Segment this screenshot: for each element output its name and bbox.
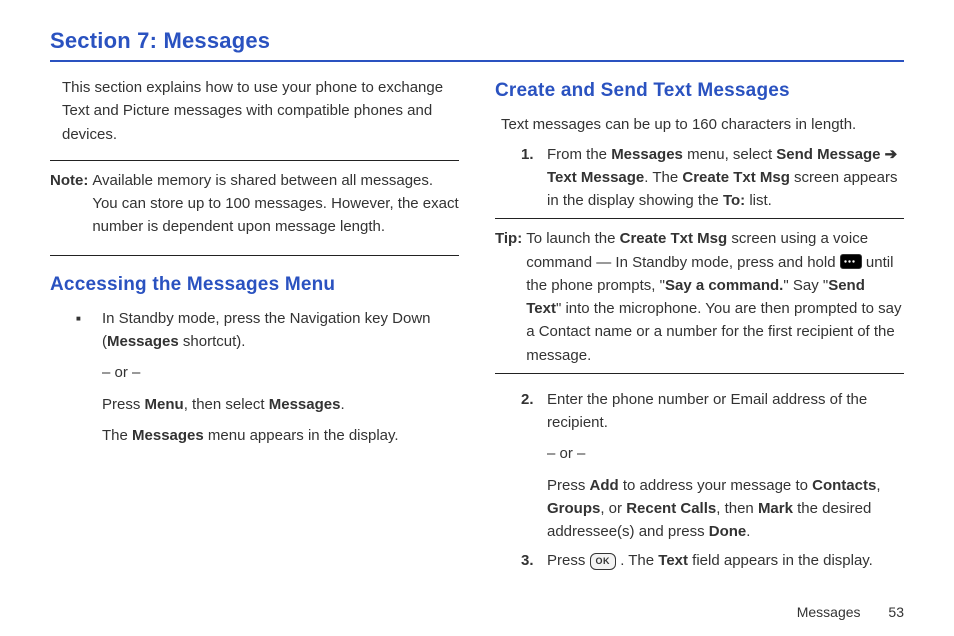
bold-text: Recent Calls: [626, 500, 716, 517]
voice-key-icon: [840, 254, 862, 269]
content-columns: This section explains how to use your ph…: [50, 76, 904, 579]
tip-block: Tip: To launch the Create Txt Msg screen…: [495, 227, 904, 367]
bullet-marker: ■: [76, 307, 102, 447]
bold-text: Text: [658, 552, 688, 569]
text: list.: [745, 192, 772, 209]
create-heading: Create and Send Text Messages: [495, 76, 904, 105]
bold-text: Messages: [611, 146, 683, 163]
step-number: 3.: [521, 549, 547, 572]
text: ,: [876, 477, 880, 494]
text: Press: [547, 552, 590, 569]
text: , or: [600, 500, 626, 517]
bullet-body: In Standby mode, press the Navigation ke…: [102, 307, 459, 447]
accessing-heading: Accessing the Messages Menu: [50, 270, 459, 299]
bold-text: Menu: [145, 396, 184, 413]
text: menu appears in the display.: [204, 427, 399, 444]
bold-text: Text Message: [547, 169, 644, 186]
text: to address your message to: [619, 477, 812, 494]
text: field appears in the display.: [688, 552, 873, 569]
tip-text: To launch the Create Txt Msg screen usin…: [526, 227, 904, 367]
or-separator: – or –: [547, 442, 904, 465]
text: , then: [716, 500, 758, 517]
note-top-rule: [50, 160, 459, 161]
step-1: 1. From the Messages menu, select Send M…: [521, 143, 904, 213]
footer-label: Messages: [797, 604, 861, 620]
section-title: Section 7: Messages: [50, 28, 904, 54]
document-page: Section 7: Messages This section explain…: [0, 0, 954, 636]
text: .: [746, 523, 750, 540]
text: Enter the phone number or Email address …: [547, 388, 904, 435]
ok-key-icon: OK: [590, 553, 617, 570]
tip-label: Tip:: [495, 227, 522, 367]
bold-text: Say a command.: [665, 277, 783, 294]
page-footer: Messages 53: [797, 604, 904, 620]
step-number: 2.: [521, 388, 547, 544]
right-intro: Text messages can be up to 160 character…: [501, 113, 904, 136]
note-label: Note:: [50, 169, 88, 239]
step-number: 1.: [521, 143, 547, 213]
text: . The: [620, 552, 658, 569]
arrow-icon: ➔: [881, 146, 898, 163]
bold-text: Contacts: [812, 477, 876, 494]
section-rule: [50, 60, 904, 62]
bold-text: Messages: [132, 427, 204, 444]
text: Press: [547, 477, 590, 494]
text: " Say ": [783, 277, 828, 294]
or-separator: – or –: [102, 361, 459, 384]
bold-text: Send Message: [776, 146, 880, 163]
text: The: [102, 427, 132, 444]
bold-text: Messages: [107, 333, 179, 350]
text: To launch the: [526, 230, 619, 247]
bold-text: Add: [590, 477, 619, 494]
note-bottom-rule: [50, 255, 459, 256]
bold-text: Groups: [547, 500, 600, 517]
step-2: 2. Enter the phone number or Email addre…: [521, 388, 904, 544]
text: From the: [547, 146, 611, 163]
intro-paragraph: This section explains how to use your ph…: [62, 76, 459, 146]
left-column: This section explains how to use your ph…: [50, 76, 459, 579]
text: .: [340, 396, 344, 413]
text: , then select: [184, 396, 269, 413]
note-text: Available memory is shared between all m…: [92, 169, 459, 239]
bold-text: Mark: [758, 500, 793, 517]
bold-text: To:: [723, 192, 745, 209]
bold-text: Done: [709, 523, 747, 540]
step-body: Enter the phone number or Email address …: [547, 388, 904, 544]
step-3: 3. Press OK . The Text field appears in …: [521, 549, 904, 572]
text: . The: [644, 169, 682, 186]
bullet-item: ■ In Standby mode, press the Navigation …: [76, 307, 459, 447]
text: Press: [102, 396, 145, 413]
bold-text: Create Txt Msg: [620, 230, 728, 247]
page-number: 53: [888, 604, 904, 620]
text: " into the microphone. You are then prom…: [526, 300, 901, 364]
step-body: From the Messages menu, select Send Mess…: [547, 143, 904, 213]
text: menu, select: [683, 146, 776, 163]
tip-top-rule: [495, 218, 904, 219]
bold-text: Messages: [269, 396, 341, 413]
right-column: Create and Send Text Messages Text messa…: [495, 76, 904, 579]
tip-bottom-rule: [495, 373, 904, 374]
bold-text: Create Txt Msg: [682, 169, 790, 186]
note-block: Note: Available memory is shared between…: [50, 169, 459, 251]
step-body: Press OK . The Text field appears in the…: [547, 549, 904, 572]
text: shortcut).: [179, 333, 246, 350]
